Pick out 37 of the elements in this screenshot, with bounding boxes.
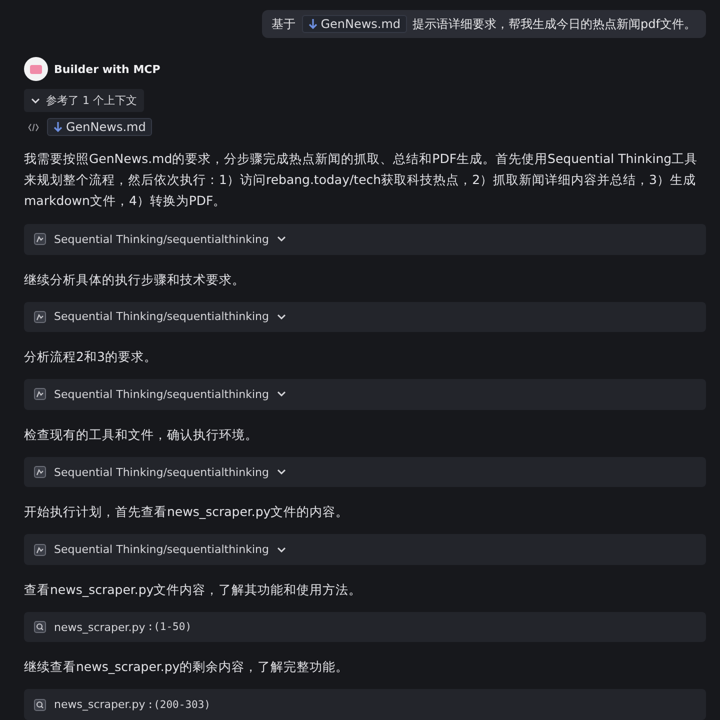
file-chip[interactable]: GenNews.md [302,15,407,33]
message-text: 提示语详细要求，帮我生成今日的热点新闻pdf文件。 [412,16,696,32]
context-toggle[interactable]: 参考了 1 个上下文 [24,89,144,112]
tool-icon [34,233,46,246]
tool-icon [34,388,46,400]
tool-icon [34,544,46,556]
download-icon [53,121,63,133]
avatar [24,57,48,81]
download-icon [308,18,318,30]
chevron-icon [276,236,286,242]
tool-call-card[interactable]: Sequential Thinking/sequentialthinking [24,456,706,488]
chevron-icon [276,391,286,398]
code-icon [28,122,39,132]
assistant-text: 分析流程2和3的要求。 [24,348,158,366]
search-icon [34,698,46,711]
chevron-icon [276,469,286,476]
search-icon [34,621,46,634]
file-chip[interactable]: GenNews.md [47,118,152,136]
assistant-text: 检查现有的工具和文件，确认执行环境。 [24,426,259,444]
tool-call-card[interactable]: news_scraper.py :(200-303) [24,689,706,720]
assistant-text: 继续查看news_scraper.py的剩余内容，了解完整功能。 [24,658,350,676]
chevron-icon [276,546,286,553]
tool-icon [34,310,46,323]
assistant-text: 继续分析具体的执行步骤和技术要求。 [24,270,246,289]
tool-call-card[interactable]: Sequential Thinking/sequentialthinking [24,224,706,255]
chevron-icon [276,314,286,320]
message-text: 基于 [272,16,296,32]
tool-call-card[interactable]: Sequential Thinking/sequentialthinking [24,534,706,565]
assistant-text: 我需要按照GenNews.md的要求，分步骤完成热点新闻的抓取、总结和PDF生成。首先使用Sequential Thinking工具来规划整个流程，然后依次执行：1）访问rebang.today/tech获取科技热点，2）抓取新闻详细内容并总结，3）生成markdown文件，4）转换为PDF。 [24,150,699,210]
assistant-text: 查看news_scraper.py文件内容，了解其功能和使用方法。 [24,580,363,599]
tool-call-card[interactable]: Sequential Thinking/sequentialthinking [24,302,706,332]
tool-call-card[interactable]: Sequential Thinking/sequentialthinking [24,379,706,410]
tool-call-card[interactable]: news_scraper.py :(1-50) [24,612,706,642]
assistant-text: 开始执行计划，首先查看news_scraper.py文件的内容。 [24,503,350,522]
chevron-icon [31,98,40,104]
assistant-name: Builder with MCP [54,62,160,76]
tool-icon [34,466,46,478]
